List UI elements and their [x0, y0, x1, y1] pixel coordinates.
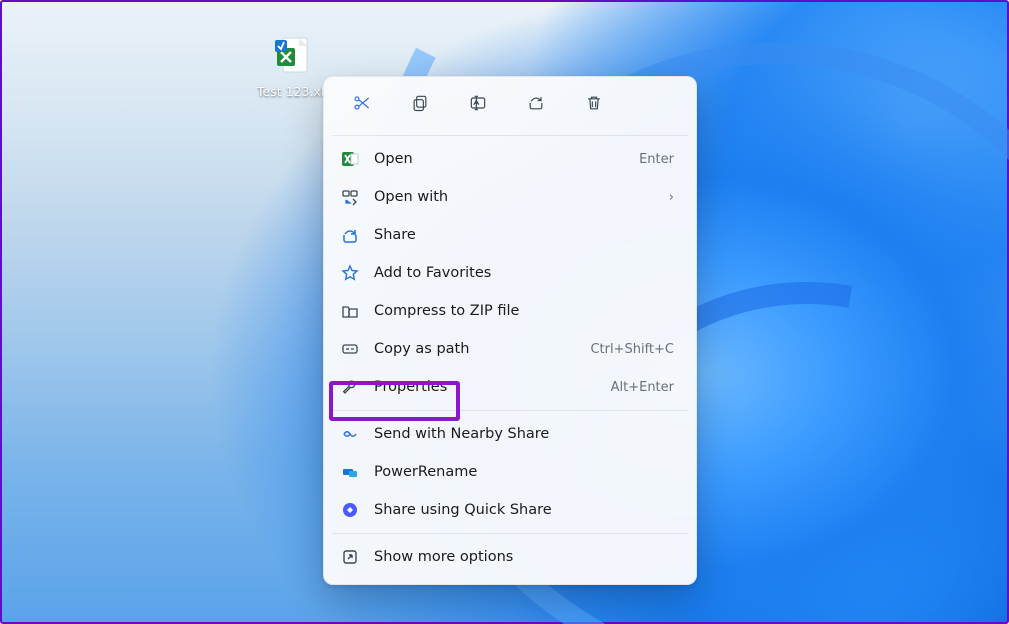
- open-with-icon: [340, 187, 360, 207]
- nearby-share-icon: [340, 424, 360, 444]
- copy-button[interactable]: [406, 91, 434, 119]
- menu-separator: [332, 410, 688, 411]
- cut-button[interactable]: [348, 91, 376, 119]
- menu-item-label: PowerRename: [374, 464, 674, 480]
- menu-item-quick-share[interactable]: Share using Quick Share: [324, 491, 696, 529]
- menu-separator: [332, 533, 688, 534]
- excel-icon: [340, 149, 360, 169]
- share-button[interactable]: [522, 91, 550, 119]
- menu-item-shortcut: Ctrl+Shift+C: [590, 342, 674, 357]
- share-icon: [340, 225, 360, 245]
- share-arrow-icon: [526, 93, 546, 117]
- menu-item-open[interactable]: Open Enter: [324, 140, 696, 178]
- desktop-file-label: Test 123.xls: [257, 84, 329, 99]
- menu-item-shortcut: Enter: [639, 152, 674, 167]
- rename-icon: [468, 93, 488, 117]
- desktop-file[interactable]: Test 123.xls: [257, 32, 329, 101]
- menu-item-nearby-share[interactable]: Send with Nearby Share: [324, 415, 696, 453]
- excel-file-icon: [271, 34, 315, 81]
- menu-item-show-more-options[interactable]: Show more options: [324, 538, 696, 576]
- trash-icon: [584, 93, 604, 117]
- menu-item-open-with[interactable]: Open with ›: [324, 178, 696, 216]
- copy-path-icon: [340, 339, 360, 359]
- menu-item-label: Share: [374, 227, 674, 243]
- menu-item-powerrename[interactable]: PowerRename: [324, 453, 696, 491]
- chevron-right-icon: ›: [669, 190, 674, 205]
- menu-separator: [332, 135, 688, 136]
- menu-item-label: Properties: [374, 379, 597, 395]
- wrench-icon: [340, 377, 360, 397]
- menu-item-copy-path[interactable]: Copy as path Ctrl+Shift+C: [324, 330, 696, 368]
- scissors-icon: [352, 93, 372, 117]
- menu-item-label: Show more options: [374, 549, 674, 565]
- context-menu: Open Enter Open with › Share Add to Favo…: [323, 76, 697, 585]
- menu-item-properties[interactable]: Properties Alt+Enter: [324, 368, 696, 406]
- copy-icon: [410, 93, 430, 117]
- windows-desktop: Test 123.xls: [0, 0, 1009, 624]
- delete-button[interactable]: [580, 91, 608, 119]
- star-icon: [340, 263, 360, 283]
- menu-item-label: Add to Favorites: [374, 265, 674, 281]
- menu-item-shortcut: Alt+Enter: [611, 380, 674, 395]
- menu-item-label: Share using Quick Share: [374, 502, 674, 518]
- expand-icon: [340, 547, 360, 567]
- menu-item-share[interactable]: Share: [324, 216, 696, 254]
- menu-item-label: Open with: [374, 189, 655, 205]
- menu-item-label: Compress to ZIP file: [374, 303, 674, 319]
- quick-share-icon: [340, 500, 360, 520]
- powerrename-icon: [340, 462, 360, 482]
- menu-item-add-favorites[interactable]: Add to Favorites: [324, 254, 696, 292]
- menu-item-label: Open: [374, 151, 625, 167]
- menu-item-label: Copy as path: [374, 341, 576, 357]
- menu-item-compress-zip[interactable]: Compress to ZIP file: [324, 292, 696, 330]
- context-menu-action-row: [324, 83, 696, 131]
- menu-item-label: Send with Nearby Share: [374, 426, 674, 442]
- rename-button[interactable]: [464, 91, 492, 119]
- zip-folder-icon: [340, 301, 360, 321]
